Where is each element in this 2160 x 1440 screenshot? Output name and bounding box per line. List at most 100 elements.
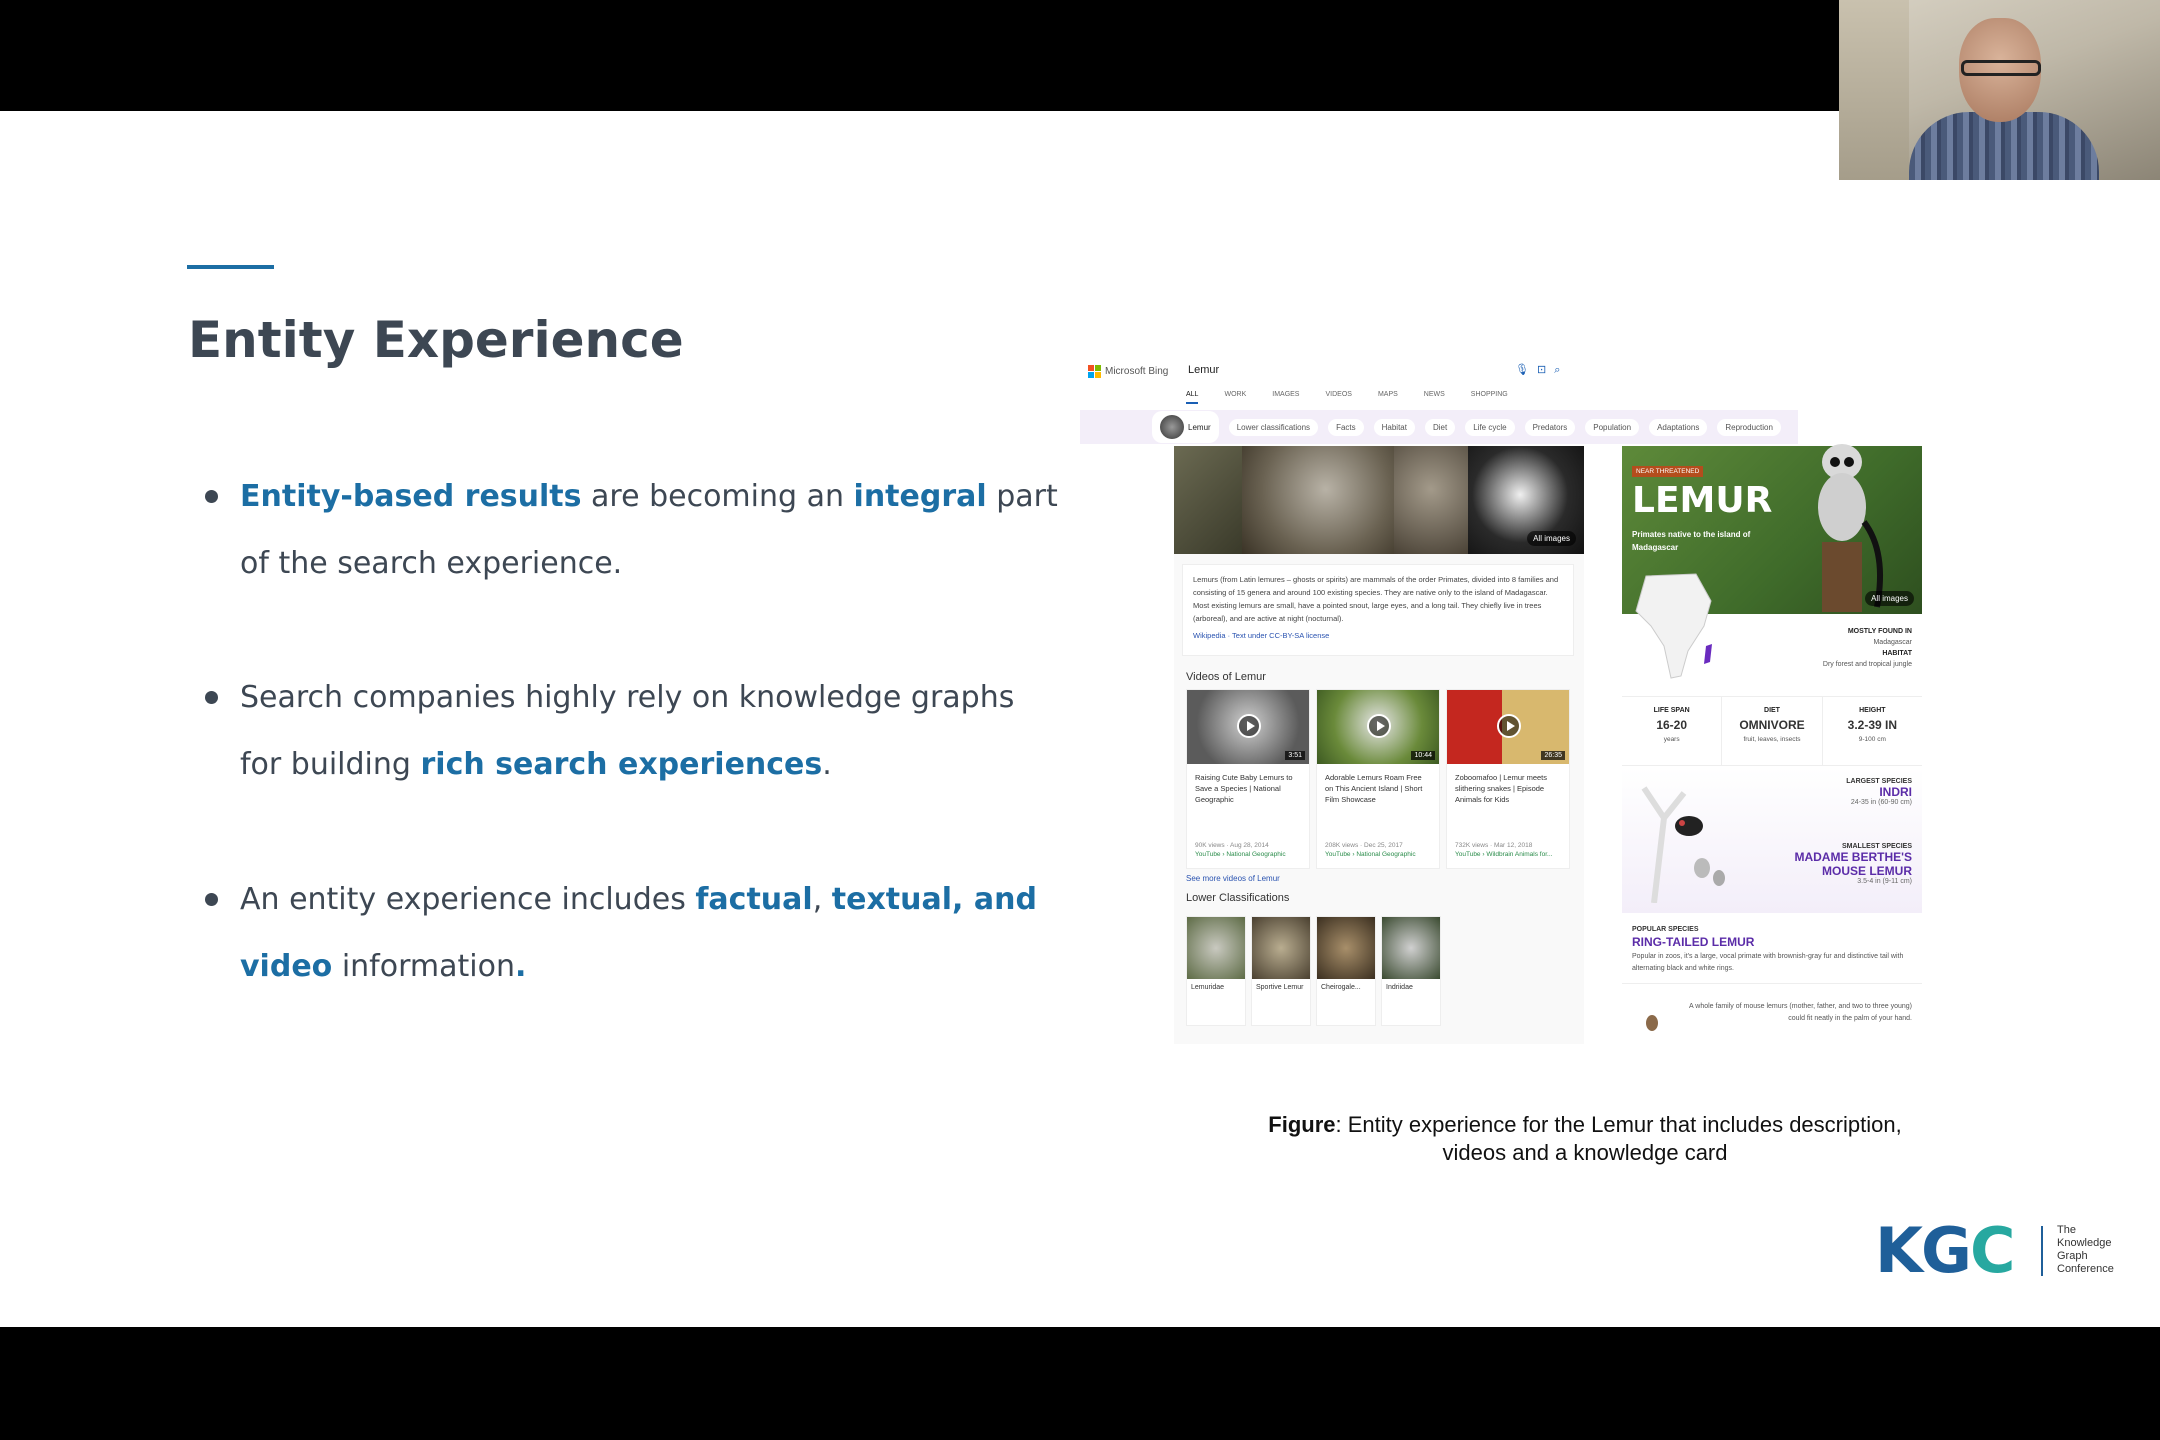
bullet-dot (205, 893, 218, 906)
lemur-image (1242, 446, 1394, 554)
video-thumbnail: 3:51 (1187, 690, 1309, 764)
visual-search-icon: ⊡ (1536, 364, 1555, 376)
fun-fact: A whole family of mouse lemurs (mother, … (1622, 991, 1922, 1051)
lower-classifications-heading: Lower Classifications (1186, 892, 1290, 904)
microsoft-logo-icon (1088, 365, 1101, 378)
smallest-name: MADAME BERTHE'S MOUSE LEMUR (1794, 850, 1912, 878)
webcam-background (1839, 0, 1909, 180)
entity-subtitle: Primates native to the island of Madagas… (1632, 530, 1751, 552)
see-more-videos-link: See more videos of Lemur (1186, 874, 1280, 883)
chip: Lower classifications (1228, 418, 1319, 436)
classification-card: Sportive Lemur (1251, 916, 1311, 1026)
chip: Reproduction (1717, 418, 1781, 436)
video-title: Zoboomafoo | Lemur meets slithering snak… (1455, 773, 1547, 804)
classification-name: Indriidae (1386, 984, 1413, 991)
largest-species: LARGEST SPECIES INDRI 24-35 in (60-90 cm… (1846, 778, 1912, 806)
mouse-lemur-icon (1646, 1015, 1658, 1031)
bing-main-column: All images Lemurs (from Latin lemures – … (1174, 446, 1584, 1044)
play-icon (1237, 714, 1261, 738)
microphone-icon: 🎙 (1515, 364, 1537, 376)
bing-entity-chips: Lemur Lower classifications Facts Habita… (1080, 410, 1798, 444)
largest-label: LARGEST SPECIES (1846, 778, 1912, 785)
bullet-highlight: factual (695, 882, 813, 917)
play-icon (1497, 714, 1521, 738)
caption-label: Figure (1268, 1112, 1336, 1137)
bing-search-icons: 🎙⊡⌕ (1515, 363, 1568, 377)
classification-card: Indriidae (1381, 916, 1441, 1026)
presenter-webcam (1839, 0, 2160, 180)
status-badge: NEAR THREATENED (1632, 466, 1704, 477)
fact-text: A whole family of mouse lemurs (mother, … (1689, 1003, 1912, 1022)
bullet-highlight: rich search experiences (420, 747, 823, 782)
all-images-button: All images (1865, 591, 1914, 606)
africa-map-icon (1635, 573, 1712, 679)
lemur-image (1174, 446, 1242, 554)
bullet-segment: , (812, 882, 832, 917)
logo-line: The (2057, 1224, 2076, 1236)
classification-name: Lemuridae (1191, 984, 1225, 991)
stat-label: LIFE SPAN (1653, 707, 1690, 714)
classification-image (1317, 917, 1375, 979)
lemur-avatar (1160, 415, 1184, 439)
videos-heading: Videos of Lemur (1186, 671, 1266, 683)
video-source: YouTube › National Geographic (1325, 851, 1416, 858)
popular-label: POPULAR SPECIES (1632, 926, 1699, 933)
video-meta: 208K views · Dec 25, 2017 (1325, 842, 1403, 849)
kgc-logo-letters: KGC (1875, 1214, 2015, 1287)
bing-brand: Microsoft Bing (1088, 365, 1168, 378)
logo-line: Knowledge (2057, 1237, 2112, 1249)
video-card: 26:35 Zoboomafoo | Lemur meets slitherin… (1446, 689, 1570, 869)
video-card: 3:51 Raising Cute Baby Lemurs to Save a … (1186, 689, 1310, 869)
classification-name: Cheirogale... (1321, 984, 1361, 991)
bullet-highlight: . (514, 949, 527, 984)
chip: Population (1585, 418, 1640, 436)
largest-size: 24-35 in (60-90 cm) (1850, 799, 1912, 806)
bullet-dot (205, 490, 218, 503)
bing-search-query: Lemur (1188, 364, 1220, 376)
chip-lemur: Lemur (1152, 411, 1219, 443)
chip: Life cycle (1465, 418, 1515, 436)
smallest-species: SMALLEST SPECIES MADAME BERTHE'S MOUSE L… (1762, 843, 1912, 885)
species-section: LARGEST SPECIES INDRI 24-35 in (60-90 cm… (1622, 768, 1922, 913)
video-duration: 26:35 (1541, 751, 1565, 760)
bullet-segment: information (332, 949, 515, 984)
popular-name: RING-TAILED LEMUR (1632, 935, 1755, 949)
chip: Facts (1328, 418, 1364, 436)
title-accent-bar (187, 265, 274, 269)
knowledge-card: NEAR THREATENED LEMUR Primates native to… (1622, 444, 1922, 1051)
play-icon (1367, 714, 1391, 738)
popular-species: POPULAR SPECIES RING-TAILED LEMUR Popula… (1622, 914, 1922, 984)
bing-brand-text: Microsoft Bing (1105, 366, 1169, 377)
habitat-value: Dry forest and tropical jungle (1822, 661, 1912, 668)
tab-all: ALL (1186, 391, 1199, 404)
found-value: Madagascar (1873, 639, 1912, 646)
tab-images: IMAGES (1272, 391, 1300, 398)
search-icon: ⌕ (1554, 364, 1569, 376)
video-duration: 10:44 (1411, 751, 1435, 760)
videos-row: 3:51 Raising Cute Baby Lemurs to Save a … (1186, 689, 1570, 869)
logo-letter-c: C (1969, 1214, 2015, 1287)
popular-desc: Popular in zoos, it's a large, vocal pri… (1632, 953, 1904, 972)
slide-title: Entity Experience (188, 311, 684, 369)
bullet-highlight: Entity-based results (240, 479, 582, 514)
video-meta: 90K views · Aug 28, 2014 (1195, 842, 1269, 849)
stat-unit: years (1663, 736, 1680, 743)
description-source: Wikipedia · Text under CC-BY-SA license (1193, 631, 1330, 640)
caption-text: : Entity experience for the Lemur that i… (1335, 1112, 1902, 1165)
tab-news: NEWS (1423, 391, 1445, 398)
video-thumbnail: 10:44 (1317, 690, 1439, 764)
lemur-image (1394, 446, 1468, 554)
stat-lifespan: LIFE SPAN 16-20 years (1622, 697, 1723, 765)
bing-tabs: ALL WORK IMAGES VIDEOS MAPS NEWS SHOPPIN… (1186, 391, 1508, 404)
presenter-body (1909, 112, 2099, 180)
stat-label: DIET (1764, 707, 1780, 714)
presentation-slide: Entity Experience Entity-based results a… (0, 111, 2160, 1327)
bullet-dot (205, 691, 218, 704)
found-label: MOSTLY FOUND IN (1847, 628, 1912, 635)
chip: Adaptations (1649, 418, 1708, 436)
video-source: YouTube › National Geographic (1195, 851, 1286, 858)
logo-divider (2041, 1226, 2043, 1276)
classification-image (1382, 917, 1440, 979)
stat-unit: 9-100 cm (1858, 736, 1886, 743)
tab-maps: MAPS (1377, 391, 1398, 398)
